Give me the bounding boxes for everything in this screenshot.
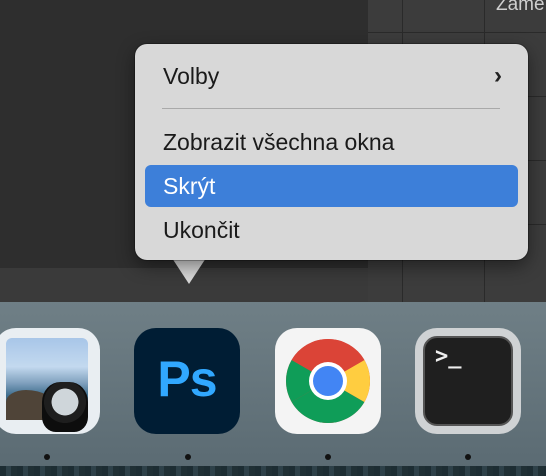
menu-item-label: Ukončit: [163, 217, 240, 243]
dock-app-photoshop[interactable]: Ps: [134, 328, 240, 434]
context-menu-pointer: [172, 258, 206, 284]
desktop-wallpaper: [0, 466, 546, 476]
menu-item-show-all-windows[interactable]: Zobrazit všechna okna: [145, 121, 518, 163]
background-window-text: Zame: [496, 0, 545, 15]
dock-app-preview[interactable]: [0, 328, 100, 434]
menu-item-label: Skrýt: [163, 173, 216, 199]
running-indicator-photoshop: [185, 454, 191, 460]
running-indicator-chrome: [325, 454, 331, 460]
menu-item-quit[interactable]: Ukončit: [145, 209, 518, 251]
dock-context-menu: Volby › Zobrazit všechna okna Skrýt Ukon…: [135, 44, 528, 260]
chevron-right-icon: ›: [494, 62, 502, 89]
running-indicator-preview: [44, 454, 50, 460]
running-indicator-terminal: [465, 454, 471, 460]
menu-item-volby[interactable]: Volby ›: [145, 55, 518, 97]
menu-item-label: Volby: [163, 63, 220, 89]
loupe-icon: [42, 382, 88, 432]
menu-item-hide[interactable]: Skrýt: [145, 165, 518, 207]
terminal-icon: >_: [423, 336, 513, 426]
dock-app-chrome[interactable]: [275, 328, 381, 434]
photoshop-icon: Ps: [157, 351, 217, 407]
menu-separator: [162, 108, 500, 109]
dock-app-terminal[interactable]: >_: [415, 328, 521, 434]
chrome-icon: [286, 339, 370, 423]
menu-item-label: Zobrazit všechna okna: [163, 129, 395, 155]
